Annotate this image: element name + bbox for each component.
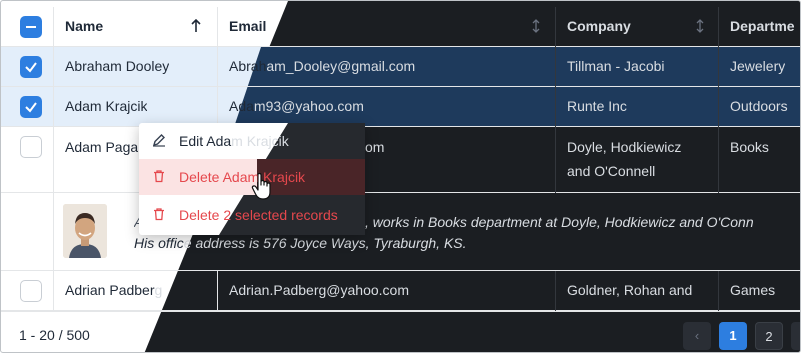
cell-name: Abraham Dooley bbox=[65, 58, 170, 74]
sort-icon[interactable] bbox=[531, 19, 541, 33]
cell-department: Outdoors bbox=[730, 98, 788, 114]
detail-text-line2: His office address is 576 Joyce Ways, Ty… bbox=[134, 235, 467, 251]
cell-department: Books bbox=[730, 139, 769, 155]
menu-item-delete-selected[interactable]: Delete 2 selected records bbox=[139, 197, 365, 233]
row-checkbox[interactable] bbox=[20, 96, 42, 118]
grid-footer bbox=[1, 311, 800, 352]
cell-department: Jewelery bbox=[730, 58, 786, 74]
avatar bbox=[63, 204, 107, 258]
check-icon bbox=[25, 102, 37, 113]
cell-company: Runte Inc bbox=[567, 98, 627, 114]
row-checkbox[interactable] bbox=[20, 136, 42, 158]
trash-icon bbox=[154, 208, 164, 221]
detail-text-line1: , works in Books department at Doyle, Ho… bbox=[365, 214, 754, 230]
pagination-range: 1 - 20 / 500 bbox=[19, 327, 90, 343]
table-row[interactable] bbox=[1, 127, 800, 193]
cell-company: Tillman - Jacobi bbox=[567, 58, 665, 74]
column-divider bbox=[718, 7, 719, 193]
cell-company-line1: Doyle, Hodkiewicz bbox=[567, 139, 682, 155]
header-row bbox=[1, 7, 800, 47]
minus-icon bbox=[26, 26, 36, 28]
cell-company: Goldner, Rohan and bbox=[567, 282, 693, 298]
cell-company-line2: and O'Connell bbox=[567, 163, 656, 179]
cell-name: Adrian Padberg bbox=[65, 282, 163, 298]
column-divider bbox=[555, 7, 556, 193]
menu-item-label: Delete 2 selected records bbox=[179, 207, 338, 223]
cell-name: Adam Krajcik bbox=[65, 98, 148, 114]
detail-line2-light: His offic bbox=[134, 235, 184, 251]
cell-department: Games bbox=[730, 282, 776, 298]
trash-icon bbox=[154, 170, 164, 183]
row-checkbox[interactable] bbox=[20, 56, 42, 78]
cell-email: om bbox=[365, 139, 385, 155]
row-checkbox[interactable] bbox=[20, 280, 42, 302]
column-divider bbox=[217, 271, 218, 311]
column-header-name[interactable]: Name bbox=[65, 18, 103, 34]
column-divider bbox=[53, 7, 54, 311]
detail-line2-dark: e address is 576 Joyce Ways, Tyraburgh, … bbox=[183, 235, 467, 251]
sort-icon[interactable] bbox=[695, 19, 705, 33]
prev-page-button[interactable]: ‹ bbox=[683, 322, 711, 350]
menu-item-label: Edit Adam Krajcik bbox=[179, 133, 289, 149]
cell-email: Adam93@yahoo.com bbox=[229, 98, 364, 114]
page-1-button[interactable]: 1 bbox=[719, 322, 747, 350]
cell-email: Abraham_Dooley@gmail.com bbox=[229, 58, 416, 74]
menu-item-edit[interactable]: Edit Adam Krajcik bbox=[139, 123, 365, 159]
column-divider bbox=[555, 271, 556, 311]
select-all-checkbox[interactable] bbox=[20, 16, 42, 38]
column-header-email[interactable]: Email bbox=[229, 18, 266, 34]
check-icon bbox=[25, 62, 37, 73]
column-header-department[interactable]: Departme bbox=[730, 18, 800, 34]
hand-cursor-icon bbox=[251, 173, 271, 200]
menu-item-label: Delete Adam Krajcik bbox=[179, 169, 306, 185]
person-photo-icon bbox=[63, 204, 107, 258]
arrow-up-icon[interactable] bbox=[191, 19, 201, 33]
edit-icon bbox=[152, 134, 165, 147]
column-header-company[interactable]: Company bbox=[567, 18, 631, 34]
next-page-button[interactable] bbox=[791, 322, 800, 350]
data-grid: Name Email Company Departme Abraham Dool… bbox=[0, 0, 801, 353]
cell-email: Adrian.Padberg@yahoo.com bbox=[229, 282, 409, 298]
detail-panel bbox=[1, 193, 800, 271]
cell-name: Adam Paga bbox=[65, 139, 139, 155]
column-divider bbox=[718, 271, 719, 311]
page-2-button[interactable]: 2 bbox=[755, 322, 783, 350]
